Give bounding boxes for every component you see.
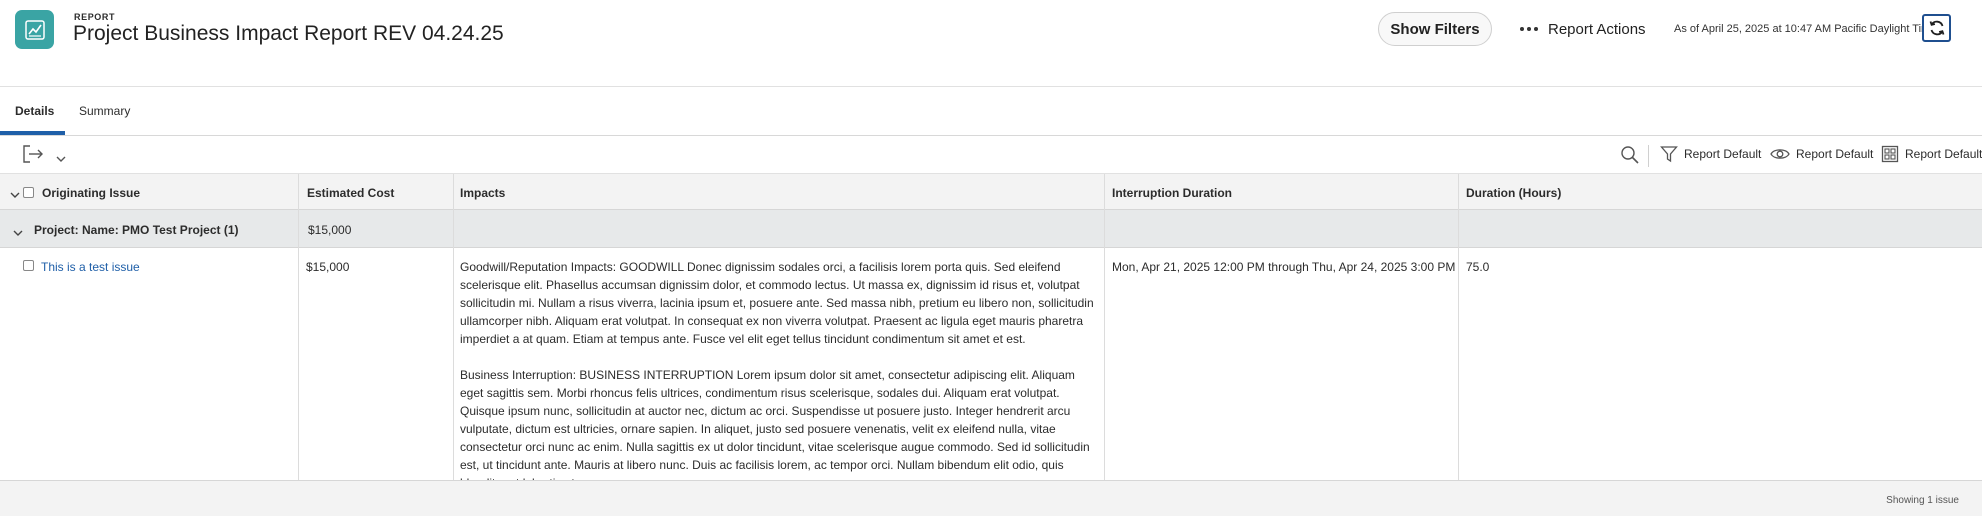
column-divider [453,174,454,480]
grouping-label: Report Default [1905,147,1982,161]
active-tab-indicator [0,131,65,135]
chevron-down-icon [13,230,23,236]
group-estimated-cost: $15,000 [308,223,352,237]
column-header-originating-issue[interactable]: Originating Issue [42,186,140,200]
chevron-down-icon [56,156,66,162]
column-divider [1458,174,1459,480]
report-kicker: REPORT [74,12,116,22]
row-checkbox[interactable] [23,260,34,271]
column-header-estimated-cost[interactable]: Estimated Cost [307,186,394,200]
view-label: Report Default [1796,147,1874,161]
filter-label: Report Default [1684,147,1762,161]
show-filters-button[interactable]: Show Filters [1378,12,1492,46]
search-button[interactable] [1620,145,1640,170]
group-collapse-toggle[interactable] [13,224,23,242]
tab-summary[interactable]: Summary [79,104,130,118]
estimated-cost-cell: $15,000 [306,260,350,274]
impacts-cell: Goodwill/Reputation Impacts: GOODWILL Do… [460,258,1100,510]
duration-hours-cell: 75.0 [1466,260,1490,274]
chevron-down-icon [10,192,20,198]
report-actions-label: Report Actions [1548,20,1646,38]
collapse-all-toggle[interactable] [10,186,20,204]
filter-icon [1660,146,1678,163]
tab-bar: Details Summary [0,87,1982,136]
tab-details[interactable]: Details [15,104,54,118]
group-label: Project: Name: PMO Test Project (1) [34,223,239,237]
eye-icon [1770,149,1790,159]
search-icon [1621,146,1639,164]
as-of-timestamp: As of April 25, 2025 at 10:47 AM Pacific… [1674,23,1937,35]
report-actions-button[interactable]: Report Actions [1520,17,1646,41]
view-dropdown[interactable]: Report Default [1770,145,1873,163]
interruption-duration-cell: Mon, Apr 21, 2025 12:00 PM through Thu, … [1112,260,1456,274]
report-chart-icon [15,10,54,49]
select-all-checkbox[interactable] [23,187,34,198]
impacts-goodwill-text: Goodwill/Reputation Impacts: GOODWILL Do… [460,260,1094,346]
column-header-impacts[interactable]: Impacts [460,186,505,200]
more-dots-icon [1520,27,1538,31]
report-toolbar: Report Default Report Default Report Def… [0,136,1982,174]
table-footer: Showing 1 issue [0,480,1982,516]
report-header: REPORT Project Business Impact Report RE… [0,0,1982,87]
export-button[interactable] [22,144,44,169]
refresh-button[interactable] [1922,14,1951,42]
result-count: Showing 1 issue [1886,495,1959,506]
column-divider [1104,174,1105,480]
filter-dropdown[interactable]: Report Default [1660,145,1761,163]
originating-issue-link[interactable]: This is a test issue [41,258,140,276]
toolbar-divider [1648,145,1649,167]
export-menu-chevron[interactable] [56,150,66,168]
page-title: Project Business Impact Report REV 04.24… [73,22,504,45]
grouping-grid-icon [1881,145,1899,163]
refresh-icon [1929,20,1944,36]
grouping-dropdown[interactable]: Report Default [1881,145,1982,163]
column-header-duration-hours[interactable]: Duration (Hours) [1466,186,1561,200]
column-divider [298,174,299,480]
impacts-business-interruption-text: Business Interruption: BUSINESS INTERRUP… [460,368,1090,490]
export-icon [23,145,43,163]
column-header-interruption-duration[interactable]: Interruption Duration [1112,186,1232,200]
